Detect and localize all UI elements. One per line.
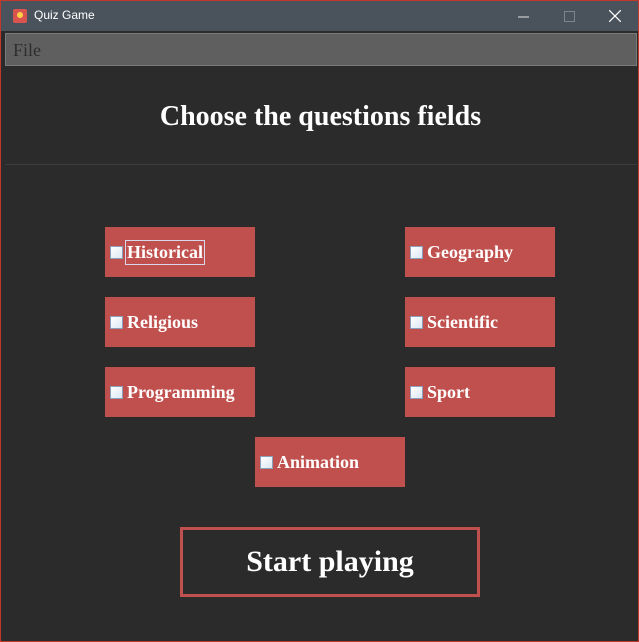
maximize-button[interactable]	[546, 1, 592, 31]
minimize-button[interactable]	[500, 1, 546, 31]
field-religious[interactable]: Religious	[105, 297, 255, 347]
divider	[5, 164, 637, 165]
page-title: Choose the questions fields	[159, 101, 482, 132]
field-animation[interactable]: Animation	[255, 437, 405, 487]
minimize-icon	[517, 16, 529, 17]
menu-bar: File	[5, 33, 637, 66]
checkbox-scientific[interactable]	[410, 315, 423, 329]
field-label-sport: Sport	[427, 381, 471, 402]
close-button[interactable]	[592, 1, 638, 31]
checkbox-programming[interactable]	[110, 385, 123, 399]
field-programming[interactable]: Programming	[105, 367, 255, 417]
quiz-game-window: Quiz Game File Choose the questions fiel…	[0, 0, 639, 642]
field-label-geography: Geography	[427, 241, 514, 262]
checkbox-historical[interactable]	[110, 245, 123, 259]
field-label-scientific: Scientific	[427, 311, 498, 332]
start-playing-button[interactable]: Start playing	[180, 527, 480, 597]
field-label-religious: Religious	[127, 311, 199, 332]
title-bar[interactable]: Quiz Game	[1, 1, 638, 31]
field-label-historical: Historical	[125, 239, 205, 265]
app-icon	[13, 9, 27, 23]
checkbox-sport[interactable]	[410, 385, 423, 399]
field-geography[interactable]: Geography	[405, 227, 555, 277]
menu-file[interactable]: File	[13, 40, 41, 61]
field-label-animation: Animation	[277, 451, 360, 472]
window-title: Quiz Game	[34, 8, 95, 22]
checkbox-geography[interactable]	[410, 245, 423, 259]
checkbox-animation[interactable]	[260, 455, 273, 469]
close-icon	[609, 10, 621, 22]
field-label-programming: Programming	[127, 381, 235, 402]
checkbox-religious[interactable]	[110, 315, 123, 329]
maximize-icon	[563, 10, 575, 22]
field-scientific[interactable]: Scientific	[405, 297, 555, 347]
field-sport[interactable]: Sport	[405, 367, 555, 417]
field-historical[interactable]: Historical	[105, 227, 255, 277]
